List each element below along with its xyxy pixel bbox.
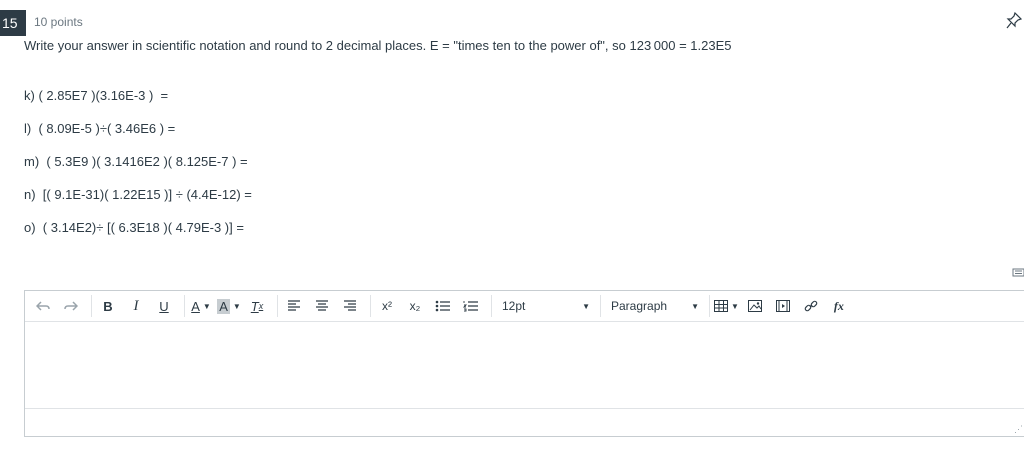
image-icon [747, 300, 762, 312]
media-button[interactable] [771, 294, 795, 318]
problem-k: k) ( 2.85E7 )(3.16E-3 ) = [24, 88, 169, 103]
clear-formatting-button[interactable]: Tx [245, 294, 269, 318]
toolbar-divider [91, 295, 92, 317]
align-right-button[interactable] [338, 294, 362, 318]
redo-button[interactable] [59, 294, 83, 318]
question-prompt: Write your answer in scientific notation… [24, 38, 732, 53]
bold-button[interactable]: B [96, 294, 120, 318]
numbered-list-icon [463, 301, 478, 312]
editor-statusbar: ⋰ [25, 409, 1024, 437]
table-icon [714, 300, 728, 312]
keyboard-icon[interactable] [1012, 266, 1024, 278]
clear-formatting-x-icon: x [258, 301, 264, 311]
align-center-button[interactable] [310, 294, 334, 318]
bullet-list-icon [435, 300, 450, 312]
align-center-icon [316, 300, 328, 311]
caret-down-icon: ▼ [202, 301, 211, 311]
italic-button[interactable]: I [124, 294, 148, 318]
numbered-list-button[interactable] [459, 294, 483, 318]
caret-down-icon: ▼ [691, 301, 699, 311]
block-format-value: Paragraph [611, 299, 668, 313]
undo-button[interactable] [31, 294, 55, 318]
link-button[interactable] [799, 294, 823, 318]
subscript-button[interactable]: x₂ [403, 294, 427, 318]
underline-button[interactable]: U [152, 294, 176, 318]
table-button[interactable]: ▼ [714, 294, 739, 318]
redo-icon [64, 301, 78, 311]
toolbar-divider [600, 295, 601, 317]
undo-icon [36, 301, 50, 311]
problem-l: l) ( 8.09E-5 )÷( 3.46E6 ) = [24, 121, 176, 136]
editor-toolbar: B I U A ▼ A ▼ Tx x² x₂ 12pt ▼ Paragraph … [25, 291, 1024, 322]
clear-formatting-icon: T [250, 298, 259, 314]
link-icon [804, 300, 818, 312]
font-size-value: 12pt [502, 299, 526, 313]
toolbar-divider [277, 295, 278, 317]
image-button[interactable] [743, 294, 767, 318]
problem-o: o) ( 3.14E2)÷ [( 6.3E18 )( 4.79E-3 )] = [24, 220, 244, 235]
font-size-select[interactable]: 12pt ▼ [496, 294, 596, 318]
question-number: 15 [0, 10, 26, 36]
caret-down-icon: ▼ [731, 301, 739, 311]
toolbar-divider [370, 295, 371, 317]
toolbar-divider [709, 295, 710, 317]
problem-m: m) ( 5.3E9 )( 3.1416E2 )( 8.125E-7 ) = [24, 154, 248, 169]
block-format-select[interactable]: Paragraph ▼ [605, 294, 705, 318]
font-color-button[interactable]: A ▼ [189, 294, 213, 318]
align-left-icon [288, 300, 300, 311]
toolbar-divider [184, 295, 185, 317]
toolbar-divider [491, 295, 492, 317]
caret-down-icon: ▼ [232, 301, 241, 311]
resize-handle-icon[interactable]: ⋰ [1014, 424, 1023, 435]
highlight-color-button[interactable]: A ▼ [217, 294, 241, 318]
bullet-list-button[interactable] [431, 294, 455, 318]
pin-icon[interactable] [1006, 12, 1022, 30]
caret-down-icon: ▼ [582, 301, 590, 311]
formula-button[interactable]: fx [827, 294, 851, 318]
align-left-button[interactable] [282, 294, 306, 318]
media-icon [775, 300, 790, 312]
question-points: 10 points [34, 15, 83, 29]
editor-content-area[interactable] [25, 322, 1024, 409]
rich-text-editor: B I U A ▼ A ▼ Tx x² x₂ 12pt ▼ Paragraph … [24, 290, 1024, 437]
font-color-icon: A [191, 298, 200, 314]
problem-list: k) ( 2.85E7 )(3.16E-3 ) = l) ( 8.09E-5 )… [24, 88, 252, 253]
highlight-icon: A [217, 298, 230, 314]
superscript-button[interactable]: x² [375, 294, 399, 318]
problem-n: n) [( 9.1E-31)( 1.22E15 )] ÷ (4.4E-12) = [24, 187, 252, 202]
align-right-icon [344, 300, 356, 311]
